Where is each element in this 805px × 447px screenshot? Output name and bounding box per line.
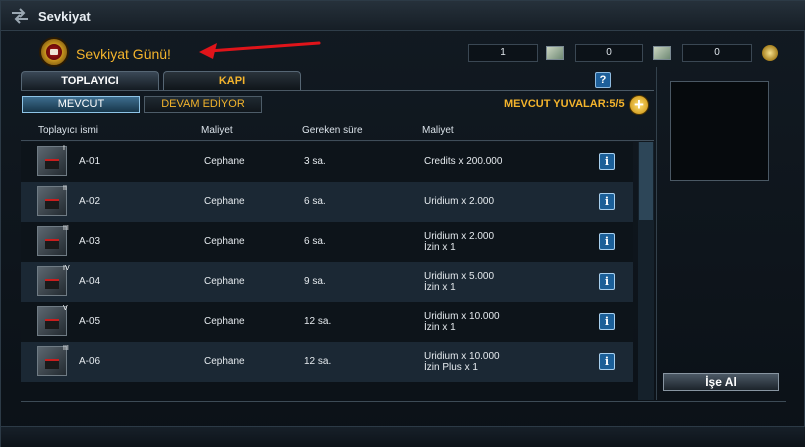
- info-button[interactable]: i: [599, 193, 615, 210]
- event-header: Sevkiyat Günü!: [21, 37, 789, 69]
- event-title: Sevkiyat Günü!: [76, 46, 171, 62]
- collector-name: A-02: [79, 196, 101, 207]
- collector-list: I A-01 Cephane 3 sa. Credits x 200.000 i II A-0…: [21, 142, 633, 400]
- header-divider: [21, 140, 654, 141]
- collector-duration: 3 sa.: [304, 156, 326, 167]
- resource-counter-1: 1: [468, 44, 538, 62]
- collector-duration: 12 sa.: [304, 316, 332, 327]
- collector-name: A-01: [79, 156, 101, 167]
- add-slot-button[interactable]: +: [629, 95, 649, 115]
- collector-price-line: İzin x 1: [424, 242, 456, 253]
- collector-duration: 6 sa.: [304, 236, 326, 247]
- collector-cost: Cephane: [204, 236, 245, 247]
- collector-duration: 6 sa.: [304, 196, 326, 207]
- collector-cost: Cephane: [204, 196, 245, 207]
- tab-divider: [21, 90, 654, 91]
- collector-duration: 12 sa.: [304, 356, 332, 367]
- permit-icon: [653, 46, 671, 60]
- help-button[interactable]: ?: [595, 72, 611, 88]
- title-bar[interactable]: Sevkiyat: [1, 1, 805, 31]
- info-button[interactable]: i: [599, 233, 615, 250]
- rank-numeral: I: [63, 145, 65, 152]
- table-row[interactable]: IV A-04 Cephane 9 sa. Uridium x 5.000 İzin x …: [21, 262, 633, 302]
- shipment-window: Sevkiyat Sevkiyat Günü! 1 0 0 TOPLAYICI …: [0, 0, 805, 447]
- tab-collector[interactable]: TOPLAYICI: [21, 71, 159, 90]
- collector-cost: Cephane: [204, 276, 245, 287]
- column-header-price: Maliyet: [422, 125, 454, 136]
- hire-button[interactable]: İşe Al: [663, 373, 779, 391]
- move-arrows-icon[interactable]: [10, 7, 30, 25]
- collector-price-line: Uridium x 5.000: [424, 271, 495, 282]
- collector-name: A-03: [79, 236, 101, 247]
- scrollbar-thumb[interactable]: [639, 142, 653, 220]
- column-header-name: Toplayıcı ismi: [38, 125, 99, 136]
- footer-frame: [21, 401, 786, 414]
- info-button[interactable]: i: [599, 313, 615, 330]
- collector-price-line: İzin x 1: [424, 322, 456, 333]
- collector-price-line: İzin Plus x 1: [424, 362, 478, 373]
- resource-counter-2: 0: [575, 44, 643, 62]
- subtab-in-progress[interactable]: DEVAM EDİYOR: [144, 96, 262, 113]
- collector-price-line: Uridium x 2.000: [424, 231, 495, 242]
- column-header-cost: Maliyet: [201, 125, 233, 136]
- collector-price-line: Credits x 200.000: [424, 156, 503, 167]
- collector-name: A-05: [79, 316, 101, 327]
- collector-duration: 9 sa.: [304, 276, 326, 287]
- collector-cost: Cephane: [204, 316, 245, 327]
- resource-counter-3: 0: [682, 44, 752, 62]
- subtab-available[interactable]: MEVCUT: [22, 96, 140, 113]
- info-button[interactable]: i: [599, 353, 615, 370]
- panel-divider: [656, 67, 657, 400]
- tab-gate[interactable]: KAPI: [163, 71, 301, 90]
- rank-numeral: III: [63, 225, 69, 232]
- collector-price-line: Uridium x 10.000: [424, 311, 500, 322]
- bottom-bar: [1, 426, 805, 447]
- collector-preview: [670, 81, 769, 181]
- info-button[interactable]: i: [599, 273, 615, 290]
- table-row[interactable]: II A-02 Cephane 6 sa. Uridium x 2.000 i: [21, 182, 633, 222]
- rank-numeral: V: [63, 305, 68, 312]
- coin-icon: [762, 45, 778, 61]
- table-row[interactable]: I A-01 Cephane 3 sa. Credits x 200.000 i: [21, 142, 633, 182]
- collector-name: A-06: [79, 356, 101, 367]
- window-title: Sevkiyat: [38, 9, 91, 24]
- collector-cost: Cephane: [204, 156, 245, 167]
- red-arrow-annotation: [199, 41, 321, 59]
- collector-price-line: Uridium x 10.000: [424, 351, 500, 362]
- rank-numeral: IV: [63, 265, 70, 272]
- ticket-icon: [546, 46, 564, 60]
- available-slots-label: MEVCUT YUVALAR:5/5: [504, 98, 625, 110]
- info-button[interactable]: i: [599, 153, 615, 170]
- rank-numeral: II: [63, 185, 67, 192]
- shipment-event-icon: [39, 37, 69, 67]
- table-row[interactable]: V A-05 Cephane 12 sa. Uridium x 10.000 İzin x…: [21, 302, 633, 342]
- collector-price-line: İzin x 1: [424, 282, 456, 293]
- column-header-duration: Gereken süre: [302, 125, 363, 136]
- collector-cost: Cephane: [204, 356, 245, 367]
- table-row[interactable]: III A-06 Cephane 12 sa. Uridium x 10.000 İzin…: [21, 342, 633, 382]
- rank-numeral: III: [63, 345, 69, 352]
- collector-price-line: Uridium x 2.000: [424, 196, 495, 207]
- table-row[interactable]: III A-03 Cephane 6 sa. Uridium x 2.000 İzin x…: [21, 222, 633, 262]
- collector-name: A-04: [79, 276, 101, 287]
